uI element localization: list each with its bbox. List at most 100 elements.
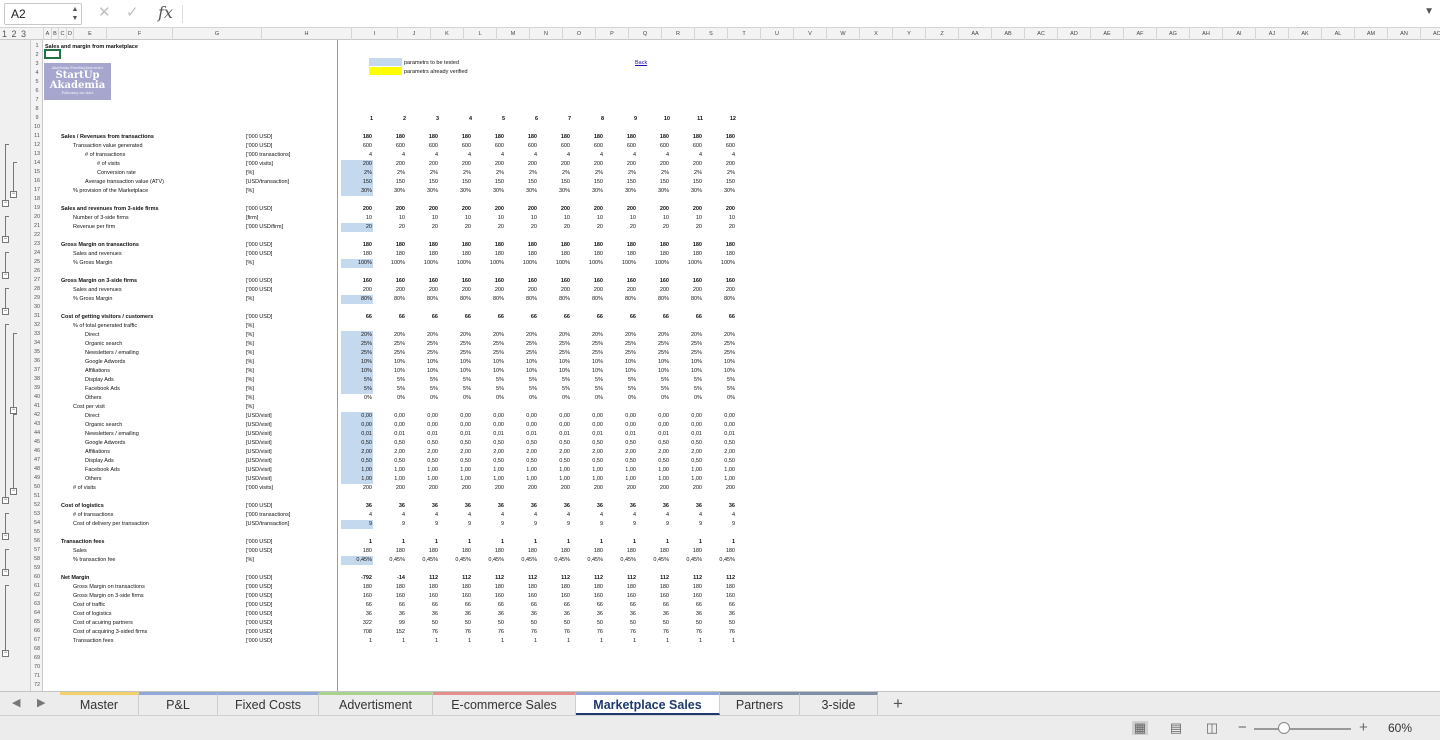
value-cell[interactable]: 36 bbox=[572, 610, 604, 619]
value-cell[interactable]: 180 bbox=[572, 250, 604, 259]
value-cell[interactable]: 1 bbox=[671, 637, 703, 646]
unit-cell[interactable]: ['000 USD] bbox=[246, 241, 272, 250]
value-cell[interactable]: 10% bbox=[539, 367, 571, 376]
value-cell[interactable]: 36 bbox=[506, 610, 538, 619]
value-cell[interactable]: 80% bbox=[572, 295, 604, 304]
column-header[interactable]: Z bbox=[925, 28, 958, 40]
value-cell[interactable]: 200 bbox=[638, 205, 670, 214]
value-cell[interactable]: 30% bbox=[638, 187, 670, 196]
value-cell[interactable]: 4 bbox=[473, 151, 505, 160]
value-cell[interactable]: 5% bbox=[374, 376, 406, 385]
row-header[interactable]: 47 bbox=[31, 456, 43, 465]
row-header[interactable]: 17 bbox=[31, 186, 43, 195]
value-cell[interactable]: 180 bbox=[572, 133, 604, 142]
value-cell[interactable]: 200 bbox=[473, 160, 505, 169]
value-cell[interactable]: 10% bbox=[506, 367, 538, 376]
column-header[interactable]: O bbox=[562, 28, 595, 40]
value-cell[interactable]: 0,50 bbox=[638, 457, 670, 466]
value-cell[interactable]: 76 bbox=[506, 628, 538, 637]
value-cell[interactable]: 1,00 bbox=[638, 466, 670, 475]
value-cell[interactable]: 36 bbox=[407, 502, 439, 511]
value-cell[interactable]: 160 bbox=[572, 592, 604, 601]
value-cell[interactable]: 0,00 bbox=[605, 421, 637, 430]
column-header[interactable]: U bbox=[760, 28, 793, 40]
value-cell[interactable]: 50 bbox=[572, 619, 604, 628]
column-header[interactable]: B bbox=[51, 28, 58, 40]
value-cell[interactable]: 10 bbox=[440, 214, 472, 223]
value-cell[interactable]: 1 bbox=[407, 637, 439, 646]
value-cell[interactable]: 66 bbox=[605, 313, 637, 322]
value-cell[interactable]: 180 bbox=[638, 250, 670, 259]
value-cell[interactable]: 150 bbox=[704, 178, 736, 187]
value-cell[interactable]: 200 bbox=[638, 286, 670, 295]
value-cell[interactable]: 2,00 bbox=[671, 448, 703, 457]
value-cell[interactable]: 160 bbox=[440, 277, 472, 286]
sheet-tab[interactable]: 3-side bbox=[800, 692, 878, 715]
value-cell[interactable]: 36 bbox=[473, 502, 505, 511]
value-cell[interactable]: 200 bbox=[605, 160, 637, 169]
row-label[interactable]: % provision of the Marketplace bbox=[73, 187, 148, 196]
row-label[interactable]: Cost of acquiring 3-sided firms bbox=[73, 628, 147, 637]
row-header[interactable]: 52 bbox=[31, 501, 43, 510]
value-cell[interactable]: 20 bbox=[506, 223, 538, 232]
expand-formula-icon[interactable]: ▼ bbox=[1424, 6, 1434, 17]
row-label[interactable]: Display Ads bbox=[85, 457, 114, 466]
value-cell[interactable]: 180 bbox=[506, 241, 538, 250]
value-cell[interactable]: 66 bbox=[407, 313, 439, 322]
value-cell[interactable]: 50 bbox=[539, 619, 571, 628]
value-cell[interactable]: 2% bbox=[704, 169, 736, 178]
row-header[interactable]: 22 bbox=[31, 231, 43, 240]
value-cell[interactable]: 30% bbox=[605, 187, 637, 196]
column-header[interactable]: A bbox=[43, 28, 51, 40]
row-label[interactable]: Google Adwords bbox=[85, 439, 125, 448]
column-header[interactable]: AO bbox=[1420, 28, 1440, 40]
value-cell[interactable]: 150 bbox=[473, 178, 505, 187]
unit-cell[interactable]: ['000 USD] bbox=[246, 547, 272, 556]
unit-cell[interactable]: ['000 USD] bbox=[246, 601, 272, 610]
row-header[interactable]: 30 bbox=[31, 303, 43, 312]
value-cell[interactable]: 10% bbox=[506, 358, 538, 367]
row-header[interactable]: 26 bbox=[31, 267, 43, 276]
value-cell[interactable]: 0% bbox=[374, 394, 406, 403]
row-header[interactable]: 43 bbox=[31, 420, 43, 429]
value-cell[interactable]: 0,50 bbox=[473, 439, 505, 448]
value-cell[interactable]: 20 bbox=[407, 223, 439, 232]
value-cell[interactable]: 5% bbox=[341, 376, 373, 385]
value-cell[interactable]: 50 bbox=[440, 619, 472, 628]
value-cell[interactable]: 180 bbox=[638, 583, 670, 592]
value-cell[interactable]: 180 bbox=[341, 250, 373, 259]
collapse-group-button[interactable]: − bbox=[2, 650, 9, 657]
value-cell[interactable]: 25% bbox=[539, 349, 571, 358]
value-cell[interactable]: -792 bbox=[341, 574, 373, 583]
value-cell[interactable]: 180 bbox=[440, 583, 472, 592]
row-header[interactable]: 15 bbox=[31, 168, 43, 177]
value-cell[interactable]: 1 bbox=[539, 538, 571, 547]
value-cell[interactable]: 20 bbox=[539, 223, 571, 232]
value-cell[interactable]: 20% bbox=[638, 331, 670, 340]
unit-cell[interactable]: ['000 USD] bbox=[246, 250, 272, 259]
function-icon[interactable]: fx bbox=[158, 3, 173, 22]
value-cell[interactable]: 10 bbox=[539, 214, 571, 223]
value-cell[interactable]: 0,00 bbox=[572, 421, 604, 430]
value-cell[interactable]: 20 bbox=[440, 223, 472, 232]
collapse-group-button[interactable]: − bbox=[2, 533, 9, 540]
value-cell[interactable]: 160 bbox=[539, 592, 571, 601]
row-header[interactable]: 62 bbox=[31, 591, 43, 600]
row-header[interactable]: 50 bbox=[31, 483, 43, 492]
unit-cell[interactable]: [%] bbox=[246, 385, 254, 394]
value-cell[interactable]: 20 bbox=[473, 223, 505, 232]
value-cell[interactable]: 0,45% bbox=[506, 556, 538, 565]
value-cell[interactable]: 1,00 bbox=[473, 475, 505, 484]
row-label[interactable]: Sales and revenues bbox=[73, 250, 122, 259]
value-cell[interactable]: 10% bbox=[407, 358, 439, 367]
column-header[interactable]: AH bbox=[1189, 28, 1222, 40]
page-layout-view-icon[interactable]: ▤ bbox=[1168, 721, 1184, 735]
row-header[interactable]: 31 bbox=[31, 312, 43, 321]
value-cell[interactable]: 25% bbox=[506, 349, 538, 358]
row-header[interactable]: 41 bbox=[31, 402, 43, 411]
value-cell[interactable]: 180 bbox=[341, 241, 373, 250]
value-cell[interactable]: 66 bbox=[539, 313, 571, 322]
unit-cell[interactable]: [%] bbox=[246, 295, 254, 304]
value-cell[interactable]: 36 bbox=[341, 502, 373, 511]
value-cell[interactable]: 20 bbox=[671, 223, 703, 232]
